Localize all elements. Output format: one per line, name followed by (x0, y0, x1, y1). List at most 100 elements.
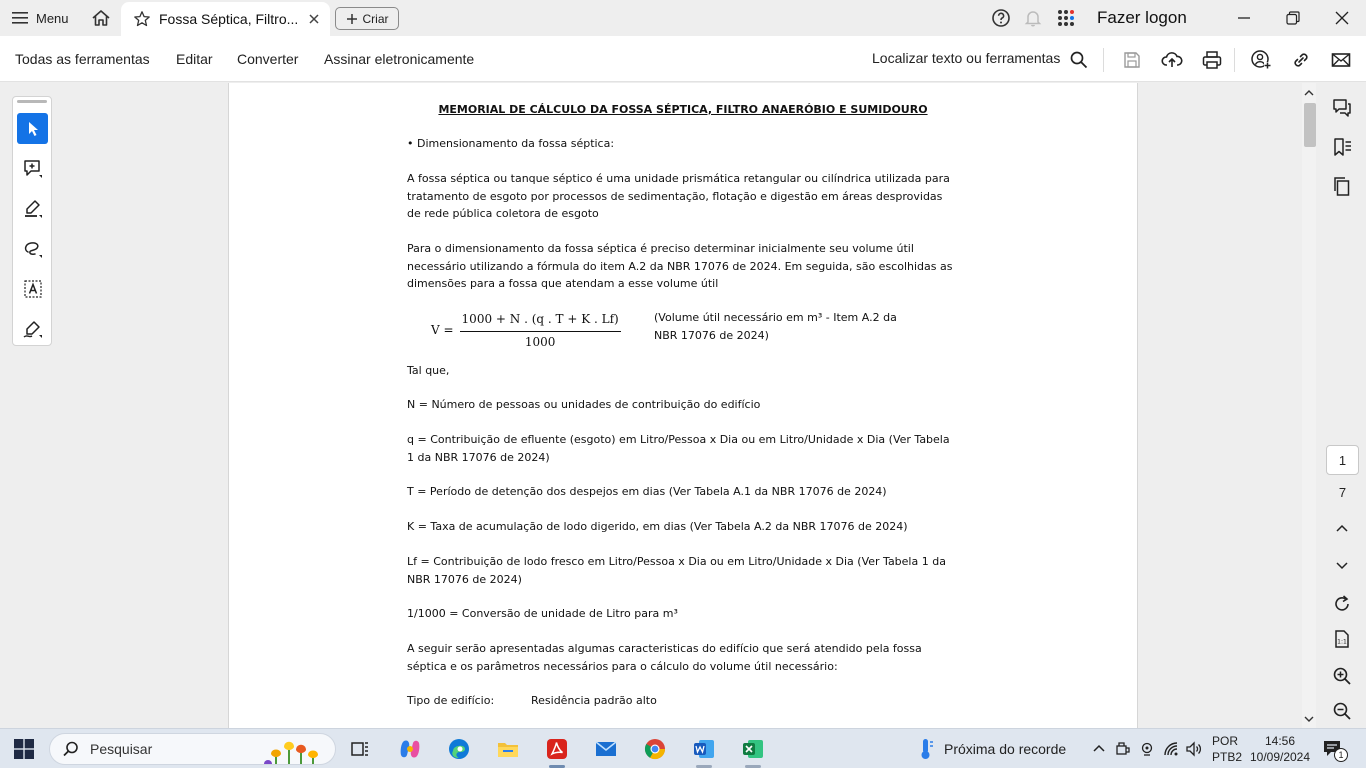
document-heading: MEMORIAL DE CÁLCULO DA FOSSA SÉPTICA, FI… (438, 103, 928, 116)
add-comment-button[interactable] (17, 153, 48, 184)
menu-e-sign[interactable]: Assinar eletronicamente (324, 51, 474, 67)
formula-note: (Volume útil necessário em m³ - Item A.2… (654, 311, 897, 342)
flowers-decoration-icon (264, 741, 318, 764)
home-button[interactable] (88, 6, 114, 30)
total-pages: 7 (1338, 485, 1347, 500)
comment-add-icon (23, 159, 42, 178)
menu-button[interactable]: Menu (12, 6, 69, 30)
right-panel: 1 7 1:1 (1316, 83, 1366, 728)
thermometer-icon (921, 739, 933, 759)
tal-que-label: Tal que, (407, 364, 450, 377)
document-tab[interactable]: Fossa Séptica, Filtro... (121, 2, 330, 36)
draw-tool-button[interactable] (17, 233, 48, 264)
search-icon[interactable] (1069, 50, 1089, 70)
sign-tool-button[interactable] (17, 313, 48, 344)
clock-date: 10/09/2024 (1249, 750, 1311, 764)
zoom-out-icon[interactable] (1331, 700, 1353, 722)
paragraph-method: Para o dimensionamento da fossa séptica … (407, 242, 953, 290)
quick-tools-rail (12, 96, 52, 346)
rotate-icon[interactable] (1331, 593, 1353, 615)
search-placeholder: Pesquisar (90, 741, 153, 757)
text-box-tool-button[interactable] (17, 273, 48, 304)
minimize-button[interactable] (1232, 6, 1256, 30)
sign-in-link[interactable]: Fazer logon (1097, 8, 1187, 28)
input-language-indicator[interactable]: POR PTB2 (1212, 733, 1242, 765)
star-icon[interactable] (133, 10, 151, 28)
copilot-icon[interactable] (398, 737, 422, 761)
camera-icon[interactable] (1138, 740, 1156, 758)
help-icon[interactable] (991, 8, 1011, 28)
scrollbar-thumb[interactable] (1304, 103, 1316, 147)
mail-icon[interactable] (594, 737, 618, 761)
find-tools-label[interactable]: Localizar texto ou ferramentas (872, 50, 1060, 66)
current-page-input[interactable]: 1 (1326, 445, 1359, 475)
link-icon[interactable] (1290, 49, 1312, 71)
print-icon[interactable] (1201, 49, 1223, 71)
home-icon (92, 10, 110, 26)
menu-label: Menu (36, 10, 69, 26)
next-page-icon[interactable] (1334, 557, 1350, 573)
cloud-upload-icon[interactable] (1161, 49, 1183, 71)
pdf-page[interactable]: MEMORIAL DE CÁLCULO DA FOSSA SÉPTICA, FI… (228, 83, 1138, 733)
definition-n: N = Número de pessoas ou unidades de con… (407, 398, 761, 411)
close-tab-icon[interactable] (306, 11, 322, 27)
search-icon (63, 741, 78, 757)
highlighter-icon (24, 199, 42, 218)
bookmarks-panel-icon[interactable] (1331, 136, 1353, 158)
thumbnails-panel-icon[interactable] (1331, 175, 1353, 197)
close-icon (1335, 11, 1349, 25)
save-icon[interactable] (1122, 50, 1142, 70)
clock-time: 14:56 (1264, 734, 1296, 748)
taskbar-search[interactable]: Pesquisar (49, 733, 336, 765)
weather-text: Próxima do recorde (944, 741, 1067, 757)
show-hidden-icons-icon[interactable] (1090, 740, 1108, 758)
select-tool-button[interactable] (17, 113, 48, 144)
scroll-up-arrow-icon[interactable] (1303, 87, 1315, 99)
toolbar-divider (1103, 48, 1104, 72)
acrobat-icon[interactable] (545, 737, 569, 761)
scroll-down-arrow-icon[interactable] (1303, 713, 1315, 725)
fit-page-icon[interactable]: 1:1 (1331, 628, 1353, 650)
rail-grip[interactable] (17, 100, 47, 103)
restore-icon (1286, 11, 1300, 25)
document-scrollbar[interactable] (1302, 83, 1316, 728)
task-view-icon[interactable] (348, 737, 372, 761)
section-bullet: • Dimensionamento da fossa séptica: (407, 137, 615, 150)
notification-center-button[interactable]: 1 (1322, 738, 1348, 762)
apps-grid-icon[interactable] (1056, 8, 1076, 28)
definition-lf: Lf = Contribuição de lodo fresco em Litr… (407, 555, 946, 586)
title-bar: Menu Fossa Séptica, Filtro... Criar Faze… (0, 0, 1366, 36)
zoom-in-icon[interactable] (1331, 665, 1353, 687)
word-icon[interactable] (692, 737, 716, 761)
language-code: POR (1212, 734, 1239, 748)
windows-start-icon[interactable] (14, 739, 34, 759)
edge-browser-icon[interactable] (447, 737, 471, 761)
create-button[interactable]: Criar (335, 7, 399, 30)
system-clock[interactable]: 14:56 10/09/2024 (1249, 733, 1311, 765)
freehand-lasso-icon (24, 241, 42, 258)
excel-icon[interactable] (741, 737, 765, 761)
building-type-label: Tipo de edifício: (407, 694, 495, 707)
volume-formula: V = 1000 + N . (q . T + K . Lf) 1000 (431, 311, 621, 351)
email-icon[interactable] (1330, 49, 1352, 71)
menu-all-tools[interactable]: Todas as ferramentas (15, 51, 150, 67)
menu-edit[interactable]: Editar (176, 51, 213, 67)
close-window-button[interactable] (1330, 6, 1354, 30)
comments-panel-icon[interactable] (1331, 97, 1353, 119)
restore-button[interactable] (1281, 6, 1305, 30)
chrome-icon[interactable] (643, 737, 667, 761)
definition-q: q = Contribuição de efluente (esgoto) em… (407, 433, 950, 464)
building-type-value: Residência padrão alto (531, 694, 657, 707)
notification-count: 1 (1334, 748, 1348, 762)
highlight-tool-button[interactable] (17, 193, 48, 224)
usb-device-icon[interactable] (1114, 740, 1132, 758)
bell-icon[interactable] (1023, 8, 1043, 28)
previous-page-icon[interactable] (1334, 521, 1350, 537)
volume-icon[interactable] (1185, 740, 1203, 758)
paragraph-characteristics: A seguir serão apresentadas algumas cara… (407, 642, 922, 673)
share-user-icon[interactable] (1250, 49, 1272, 71)
wifi-icon[interactable] (1162, 740, 1180, 758)
menu-convert[interactable]: Converter (237, 51, 298, 67)
file-explorer-icon[interactable] (496, 737, 520, 761)
weather-widget[interactable]: Próxima do recorde (918, 738, 1066, 760)
